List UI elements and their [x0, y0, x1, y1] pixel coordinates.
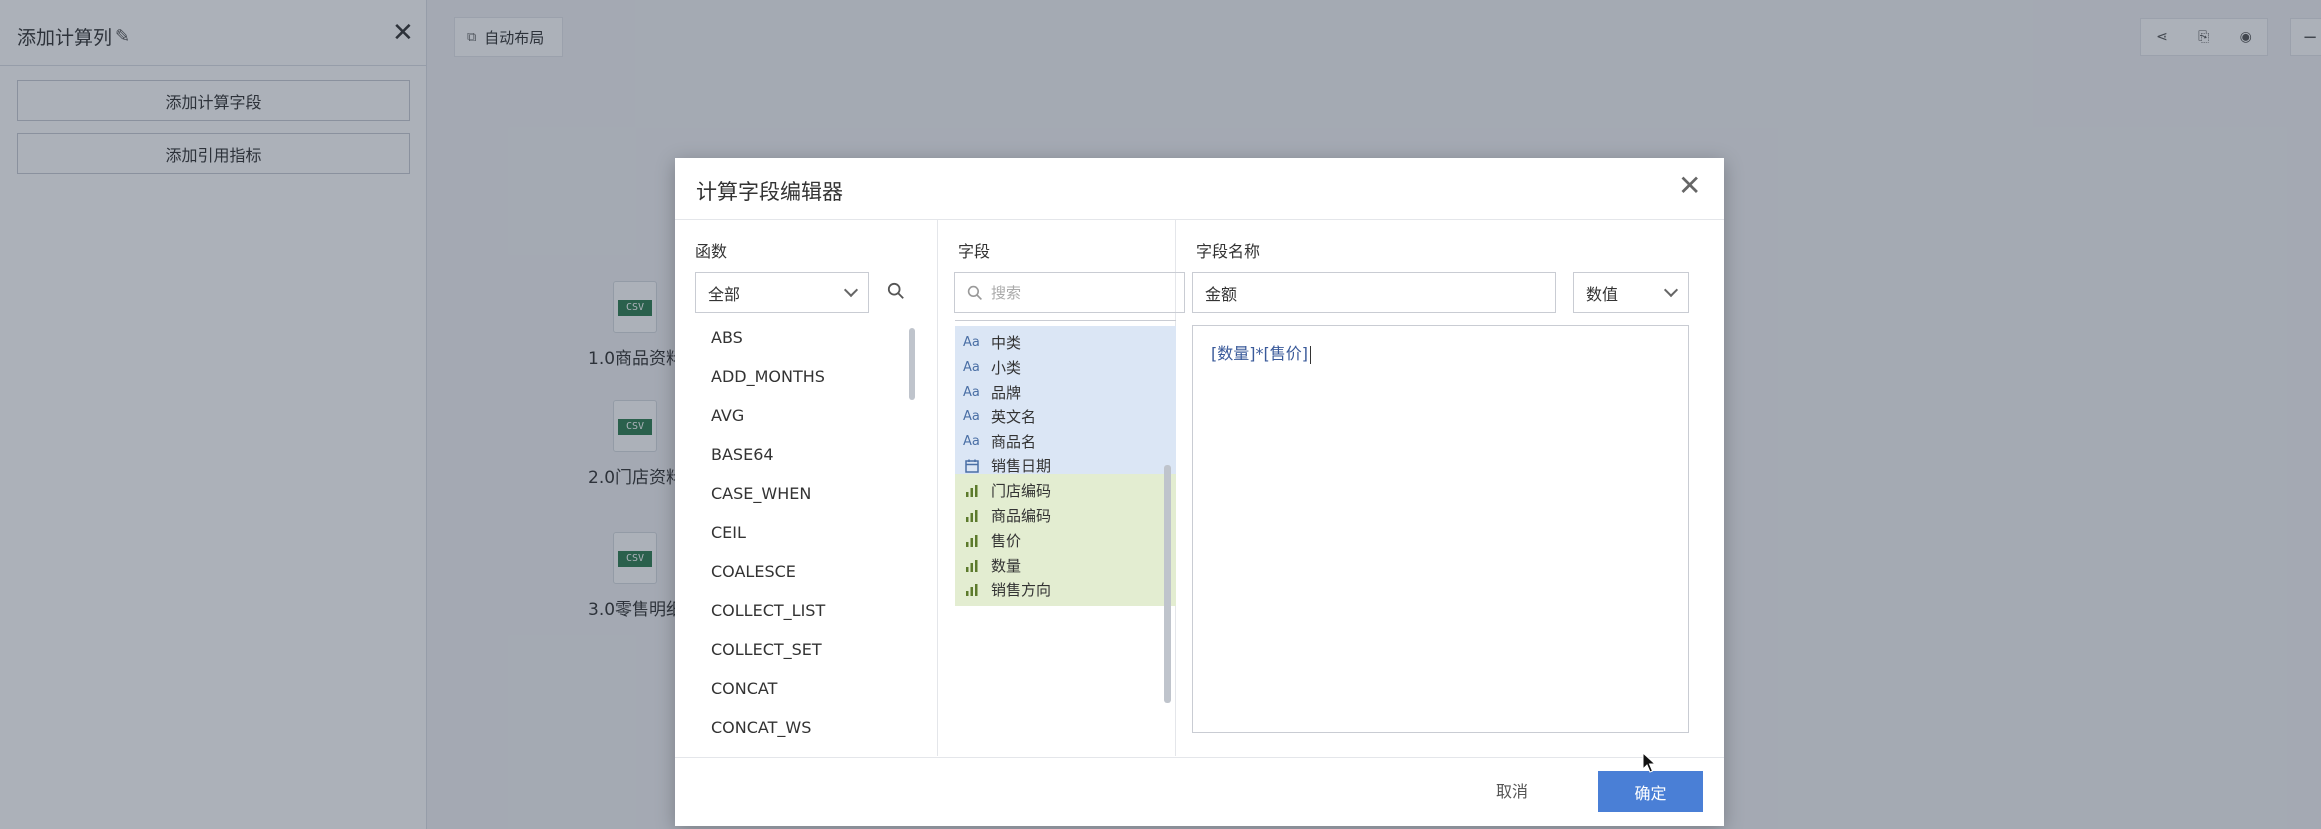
function-item[interactable]: CASE_WHEN	[711, 484, 811, 503]
function-item[interactable]: CONCAT_WS	[711, 718, 811, 737]
functions-column: 函数 全部 ABS ADD_MONTHS AVG BASE64 CASE_WHE…	[675, 220, 938, 756]
field-label: 售价	[991, 532, 1022, 550]
editor-column: 字段名称 金额 数值 [数量]*[售价]	[1176, 220, 1724, 756]
bar-chart-icon	[966, 534, 978, 547]
text-type-icon: Aa	[963, 360, 980, 375]
cancel-button[interactable]: 取消	[1496, 778, 1528, 802]
field-name-title: 字段名称	[1196, 242, 1261, 261]
function-list: ABS ADD_MONTHS AVG BASE64 CASE_WHEN CEIL…	[675, 320, 938, 745]
function-item[interactable]: CEIL	[711, 523, 746, 542]
calendar-icon	[965, 459, 979, 473]
calculated-field-editor-dialog: 计算字段编辑器 ✕ 函数 全部 ABS ADD_MONTHS AVG BASE6…	[675, 158, 1724, 826]
field-item[interactable]: 销售方向	[955, 573, 1176, 606]
expression-editor[interactable]: [数量]*[售价]	[1192, 325, 1689, 733]
text-type-icon: Aa	[963, 409, 980, 424]
search-icon	[967, 285, 982, 300]
bar-chart-icon	[966, 509, 978, 522]
bar-chart-icon	[966, 583, 978, 596]
fields-title: 字段	[958, 242, 991, 261]
data-type-select[interactable]: 数值	[1573, 272, 1689, 313]
field-label: 销售日期	[991, 457, 1052, 475]
chevron-down-icon	[1663, 282, 1679, 298]
function-item[interactable]: COLLECT_SET	[711, 640, 822, 659]
function-category-value: 全部	[708, 284, 741, 304]
field-label: 英文名	[991, 408, 1037, 426]
field-label: 销售方向	[991, 581, 1052, 599]
field-list-scrollbar[interactable]	[1164, 465, 1171, 703]
text-type-icon: Aa	[963, 335, 980, 350]
bar-chart-icon	[966, 484, 978, 497]
confirm-button[interactable]: 确定	[1598, 771, 1703, 812]
function-item[interactable]: CONCAT	[711, 679, 777, 698]
dialog-header: 计算字段编辑器 ✕	[675, 158, 1724, 220]
data-type-value: 数值	[1586, 284, 1619, 304]
field-label: 门店编码	[991, 482, 1052, 500]
dialog-footer: 取消 确定	[675, 757, 1724, 826]
field-search-placeholder: 搜索	[991, 284, 1022, 302]
field-label: 小类	[991, 359, 1022, 377]
function-item[interactable]: COALESCE	[711, 562, 796, 581]
function-item[interactable]: ADD_MONTHS	[711, 367, 825, 386]
chevron-down-icon	[843, 282, 859, 298]
function-item[interactable]: COLLECT_LIST	[711, 601, 825, 620]
expression-text: [数量]*[售价]	[1211, 344, 1308, 363]
fields-column: 字段 搜索 Aa 中类 Aa 小类 Aa 品牌 Aa 英文名 Aa 商品名 销售…	[938, 220, 1185, 756]
function-item[interactable]: BASE64	[711, 445, 774, 464]
field-label: 商品编码	[991, 507, 1052, 525]
close-icon[interactable]: ✕	[1678, 172, 1701, 200]
text-caret	[1309, 345, 1311, 364]
text-type-icon: Aa	[963, 385, 980, 400]
function-item[interactable]: AVG	[711, 406, 744, 425]
search-icon[interactable]	[887, 282, 905, 300]
functions-title: 函数	[695, 242, 728, 261]
function-category-select[interactable]: 全部	[695, 272, 869, 313]
function-item[interactable]: ABS	[711, 328, 743, 347]
dialog-title: 计算字段编辑器	[696, 180, 843, 204]
field-name-input[interactable]: 金额	[1192, 272, 1556, 313]
mouse-cursor-icon	[1642, 752, 1657, 773]
field-search-input[interactable]: 搜索	[954, 272, 1185, 313]
bar-chart-icon	[966, 559, 978, 572]
function-list-scrollbar[interactable]	[909, 328, 915, 400]
field-label: 中类	[991, 334, 1022, 352]
text-type-icon: Aa	[963, 434, 980, 449]
field-list: Aa 中类 Aa 小类 Aa 品牌 Aa 英文名 Aa 商品名 销售日期 门店编…	[938, 320, 1176, 745]
